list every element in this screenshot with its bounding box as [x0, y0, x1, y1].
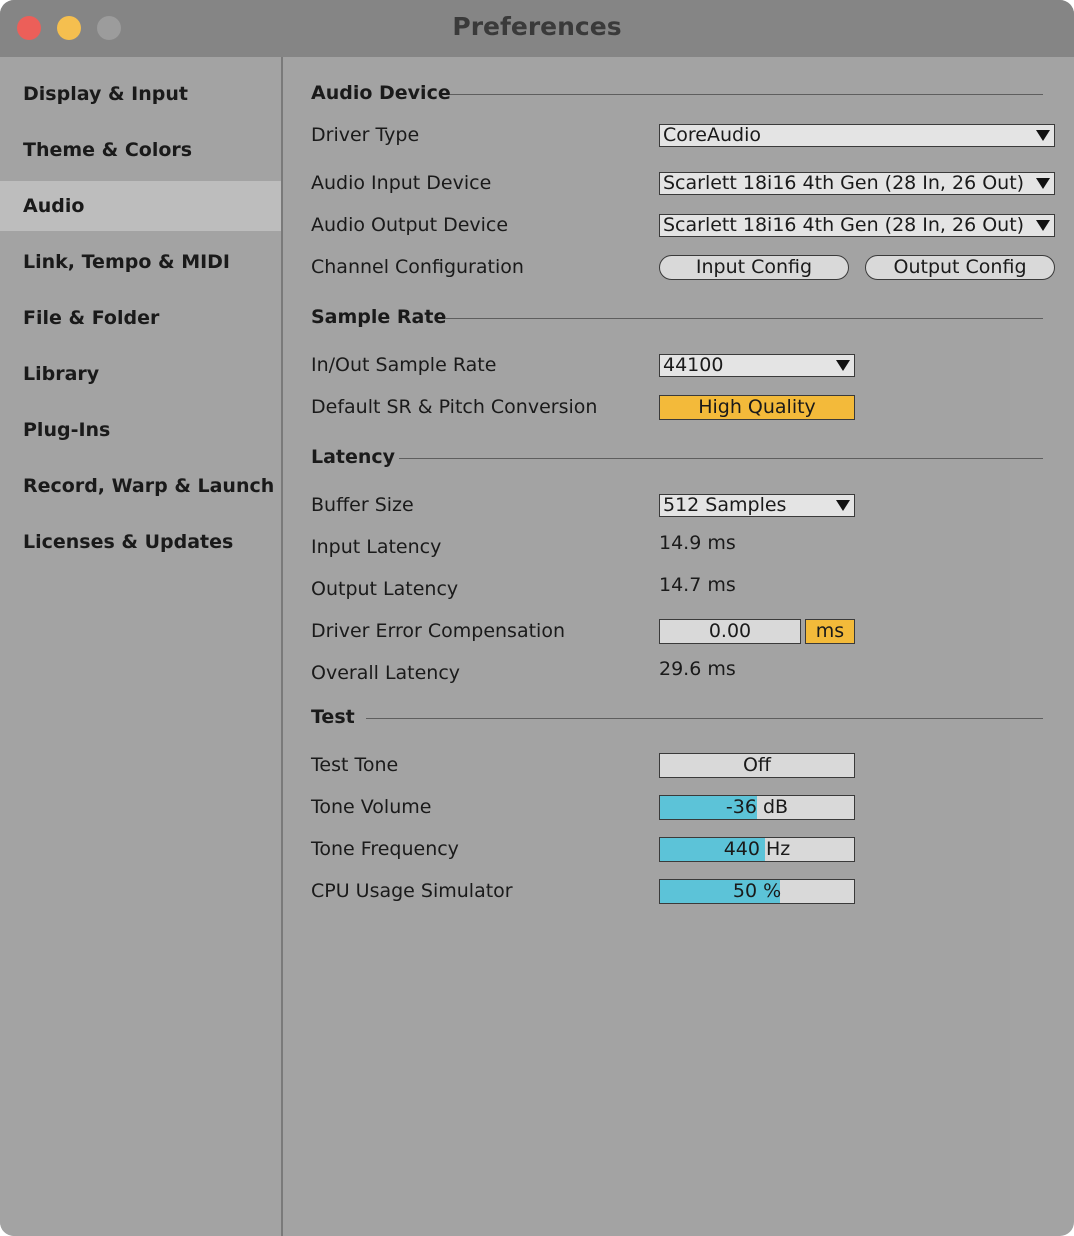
sample-rate-label: In/Out Sample Rate [311, 354, 497, 376]
section-divider [450, 94, 1043, 95]
driver-type-value: CoreAudio [663, 124, 761, 146]
sidebar-item-file-folder[interactable]: File & Folder [0, 293, 281, 343]
sidebar-item-theme-colors[interactable]: Theme & Colors [0, 125, 281, 175]
section-heading-sample-rate: Sample Rate [311, 306, 447, 328]
input-latency-value: 14.9 ms [659, 532, 736, 554]
cpu-usage-simulator-slider[interactable]: 50 % [659, 879, 855, 904]
overall-latency-value: 29.6 ms [659, 658, 736, 680]
channel-configuration-label: Channel Configuration [311, 256, 524, 278]
window-title: Preferences [452, 12, 622, 41]
cpu-usage-value: 50 % [732, 880, 782, 902]
test-tone-toggle[interactable]: Off [659, 753, 855, 778]
dropdown-arrow-icon [836, 360, 850, 371]
test-tone-label: Test Tone [311, 754, 399, 776]
tone-frequency-slider[interactable]: 440 Hz [659, 837, 855, 862]
input-latency-label: Input Latency [311, 536, 442, 558]
section-divider [399, 458, 1043, 459]
sidebar-item-library[interactable]: Library [0, 349, 281, 399]
output-latency-label: Output Latency [311, 578, 459, 600]
overall-latency-label: Overall Latency [311, 662, 461, 684]
driver-error-compensation-field[interactable]: 0.00 [659, 619, 801, 644]
pitch-conversion-toggle[interactable]: High Quality [659, 395, 855, 420]
section-heading-test: Test [311, 706, 355, 728]
audio-input-device-label: Audio Input Device [311, 172, 492, 194]
sample-rate-dropdown[interactable]: 44100 [659, 354, 855, 377]
sidebar-item-licenses-updates[interactable]: Licenses & Updates [0, 517, 281, 567]
tone-volume-slider[interactable]: -36 dB [659, 795, 855, 820]
dropdown-arrow-icon [1036, 220, 1050, 231]
sidebar: Display & Input Theme & Colors Audio Lin… [0, 57, 281, 1236]
driver-type-dropdown[interactable]: CoreAudio [659, 124, 1055, 147]
pitch-conversion-label: Default SR & Pitch Conversion [311, 396, 598, 418]
title-bar[interactable]: Preferences [0, 0, 1074, 57]
audio-input-device-value: Scarlett 18i16 4th Gen (28 In, 26 Out) [663, 172, 1025, 194]
audio-output-device-dropdown[interactable]: Scarlett 18i16 4th Gen (28 In, 26 Out) [659, 214, 1055, 237]
sidebar-item-display-input[interactable]: Display & Input [0, 69, 281, 119]
output-config-button[interactable]: Output Config [865, 255, 1055, 280]
sidebar-item-link-tempo-midi[interactable]: Link, Tempo & MIDI [0, 237, 281, 287]
output-latency-value: 14.7 ms [659, 574, 736, 596]
sidebar-item-record-warp-launch[interactable]: Record, Warp & Launch [0, 461, 281, 511]
section-heading-audio-device: Audio Device [311, 82, 451, 104]
driver-type-label: Driver Type [311, 124, 420, 146]
buffer-size-label: Buffer Size [311, 494, 414, 516]
section-heading-latency: Latency [311, 446, 396, 468]
cpu-usage-simulator-label: CPU Usage Simulator [311, 880, 513, 902]
dropdown-arrow-icon [1036, 130, 1050, 141]
driver-error-compensation-label: Driver Error Compensation [311, 620, 565, 642]
section-divider [366, 718, 1043, 719]
tone-volume-value: -36 dB [725, 796, 789, 818]
buffer-size-dropdown[interactable]: 512 Samples [659, 494, 855, 517]
dropdown-arrow-icon [836, 500, 850, 511]
tone-frequency-value: 440 Hz [723, 838, 791, 860]
section-divider [445, 318, 1043, 319]
audio-preferences-panel: Audio Device Driver Type CoreAudio Audio… [283, 57, 1074, 1236]
audio-output-device-value: Scarlett 18i16 4th Gen (28 In, 26 Out) [663, 214, 1025, 236]
tone-frequency-label: Tone Frequency [311, 838, 459, 860]
sidebar-item-audio[interactable]: Audio [0, 181, 281, 231]
buffer-size-value: 512 Samples [663, 494, 787, 516]
audio-output-device-label: Audio Output Device [311, 214, 509, 236]
driver-error-unit-toggle[interactable]: ms [805, 619, 855, 644]
input-config-button[interactable]: Input Config [659, 255, 849, 280]
audio-input-device-dropdown[interactable]: Scarlett 18i16 4th Gen (28 In, 26 Out) [659, 172, 1055, 195]
tone-volume-label: Tone Volume [311, 796, 432, 818]
dropdown-arrow-icon [1036, 178, 1050, 189]
preferences-window: Preferences Display & Input Theme & Colo… [0, 0, 1074, 1236]
sidebar-item-plug-ins[interactable]: Plug-Ins [0, 405, 281, 455]
sample-rate-value: 44100 [663, 354, 724, 376]
